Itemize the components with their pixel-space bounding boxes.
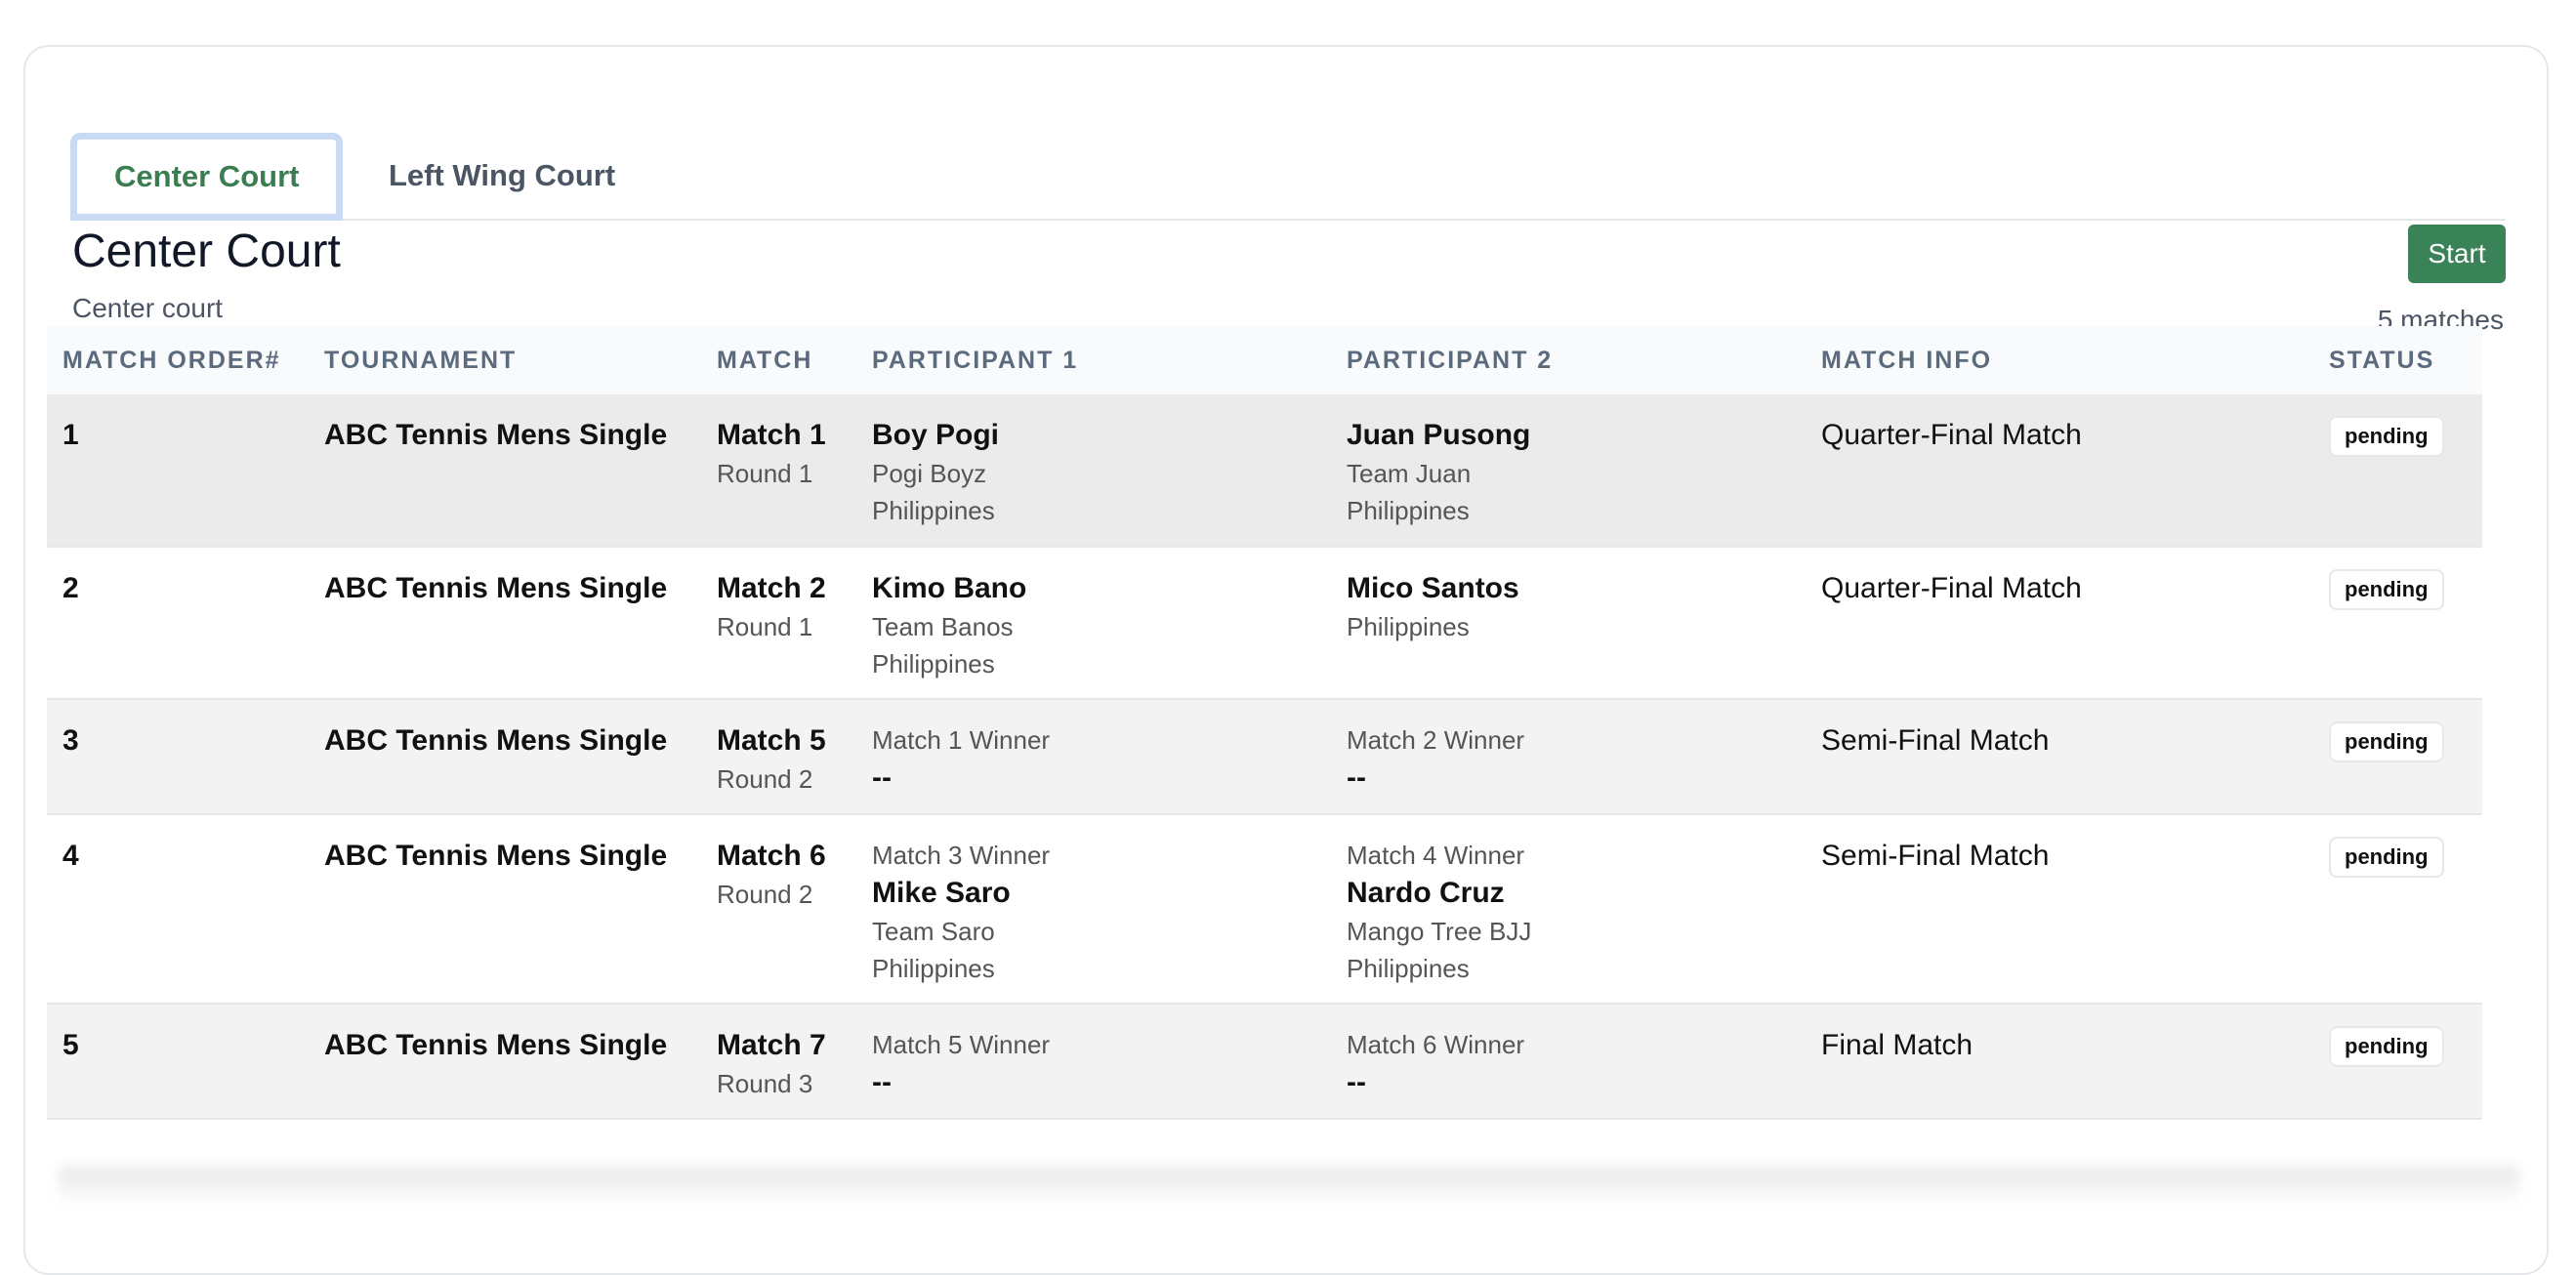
cell-match: Match 1 Round 1 — [701, 394, 856, 548]
cell-tournament: ABC Tennis Mens Single — [309, 814, 701, 1005]
cell-status: pending — [2313, 1004, 2482, 1120]
cell-match-info: Semi-Final Match — [1806, 699, 2313, 815]
court-tabs: Center Court Left Wing Court — [70, 88, 2506, 221]
status-badge: pending — [2329, 416, 2444, 457]
status-badge: pending — [2329, 837, 2444, 878]
table-row[interactable]: 1 ABC Tennis Mens Single Match 1 Round 1… — [47, 394, 2482, 548]
cell-order: 4 — [47, 814, 309, 1005]
cell-match: Match 6 Round 2 — [701, 814, 856, 1005]
tab-center-court[interactable]: Center Court — [70, 133, 344, 221]
cell-status: pending — [2313, 699, 2482, 815]
court-subtitle: Center court — [72, 293, 224, 323]
table-header-row: MATCH ORDER# TOURNAMENT MATCH PARTICIPAN… — [47, 326, 2482, 394]
cell-tournament: ABC Tennis Mens Single — [309, 394, 701, 548]
status-badge: pending — [2329, 569, 2444, 610]
cell-status: pending — [2313, 814, 2482, 1005]
cell-order: 3 — [47, 699, 309, 815]
table-row[interactable]: 4 ABC Tennis Mens Single Match 6 Round 2… — [47, 814, 2482, 1005]
cell-participant-1: Boy Pogi Pogi Boyz Philippines — [856, 394, 1331, 548]
cell-participant-2: Match 2 Winner -- — [1331, 699, 1806, 815]
header-participant-1: PARTICIPANT 1 — [872, 346, 1079, 374]
cell-match-info: Quarter-Final Match — [1806, 547, 2313, 700]
cell-participant-1: Match 3 Winner Mike Saro Team Saro Phili… — [856, 814, 1331, 1005]
cell-tournament: ABC Tennis Mens Single — [309, 547, 701, 700]
cell-participant-2: Juan Pusong Team Juan Philippines — [1331, 394, 1806, 548]
tab-left-wing-court[interactable]: Left Wing Court — [352, 133, 652, 219]
page-title: Center Court — [72, 226, 341, 277]
cell-participant-2: Mico Santos Philippines — [1331, 547, 1806, 700]
cell-tournament: ABC Tennis Mens Single — [309, 699, 701, 815]
cell-match-info: Quarter-Final Match — [1806, 394, 2313, 548]
cell-participant-2: Match 4 Winner Nardo Cruz Mango Tree BJJ… — [1331, 814, 1806, 1005]
table-row[interactable]: 3 ABC Tennis Mens Single Match 5 Round 2… — [47, 699, 2482, 815]
cell-participant-1: Match 1 Winner -- — [856, 699, 1331, 815]
header-match: MATCH — [717, 346, 813, 374]
cell-status: pending — [2313, 547, 2482, 700]
cell-match-info: Final Match — [1806, 1004, 2313, 1120]
cell-participant-1: Match 5 Winner -- — [856, 1004, 1331, 1120]
cell-match: Match 7 Round 3 — [701, 1004, 856, 1120]
header-status: STATUS — [2329, 346, 2435, 374]
cell-match: Match 5 Round 2 — [701, 699, 856, 815]
table-row[interactable]: 2 ABC Tennis Mens Single Match 2 Round 1… — [47, 547, 2482, 700]
header-match-order: MATCH ORDER# — [62, 346, 281, 374]
header-match-info: MATCH INFO — [1821, 346, 1993, 374]
bottom-shadow — [59, 1167, 2519, 1206]
cell-order: 1 — [47, 394, 309, 548]
status-badge: pending — [2329, 1026, 2444, 1067]
cell-status: pending — [2313, 394, 2482, 548]
cell-order: 5 — [47, 1004, 309, 1120]
cell-tournament: ABC Tennis Mens Single — [309, 1004, 701, 1120]
header-tournament: TOURNAMENT — [324, 346, 518, 374]
cell-match: Match 2 Round 1 — [701, 547, 856, 700]
cell-participant-1: Kimo Bano Team Banos Philippines — [856, 547, 1331, 700]
cell-match-info: Semi-Final Match — [1806, 814, 2313, 1005]
matches-table: MATCH ORDER# TOURNAMENT MATCH PARTICIPAN… — [47, 326, 2482, 1120]
start-button[interactable]: Start — [2408, 225, 2506, 283]
cell-order: 2 — [47, 547, 309, 700]
table-row[interactable]: 5 ABC Tennis Mens Single Match 7 Round 3… — [47, 1004, 2482, 1120]
cell-participant-2: Match 6 Winner -- — [1331, 1004, 1806, 1120]
header-participant-2: PARTICIPANT 2 — [1347, 346, 1554, 374]
status-badge: pending — [2329, 721, 2444, 762]
